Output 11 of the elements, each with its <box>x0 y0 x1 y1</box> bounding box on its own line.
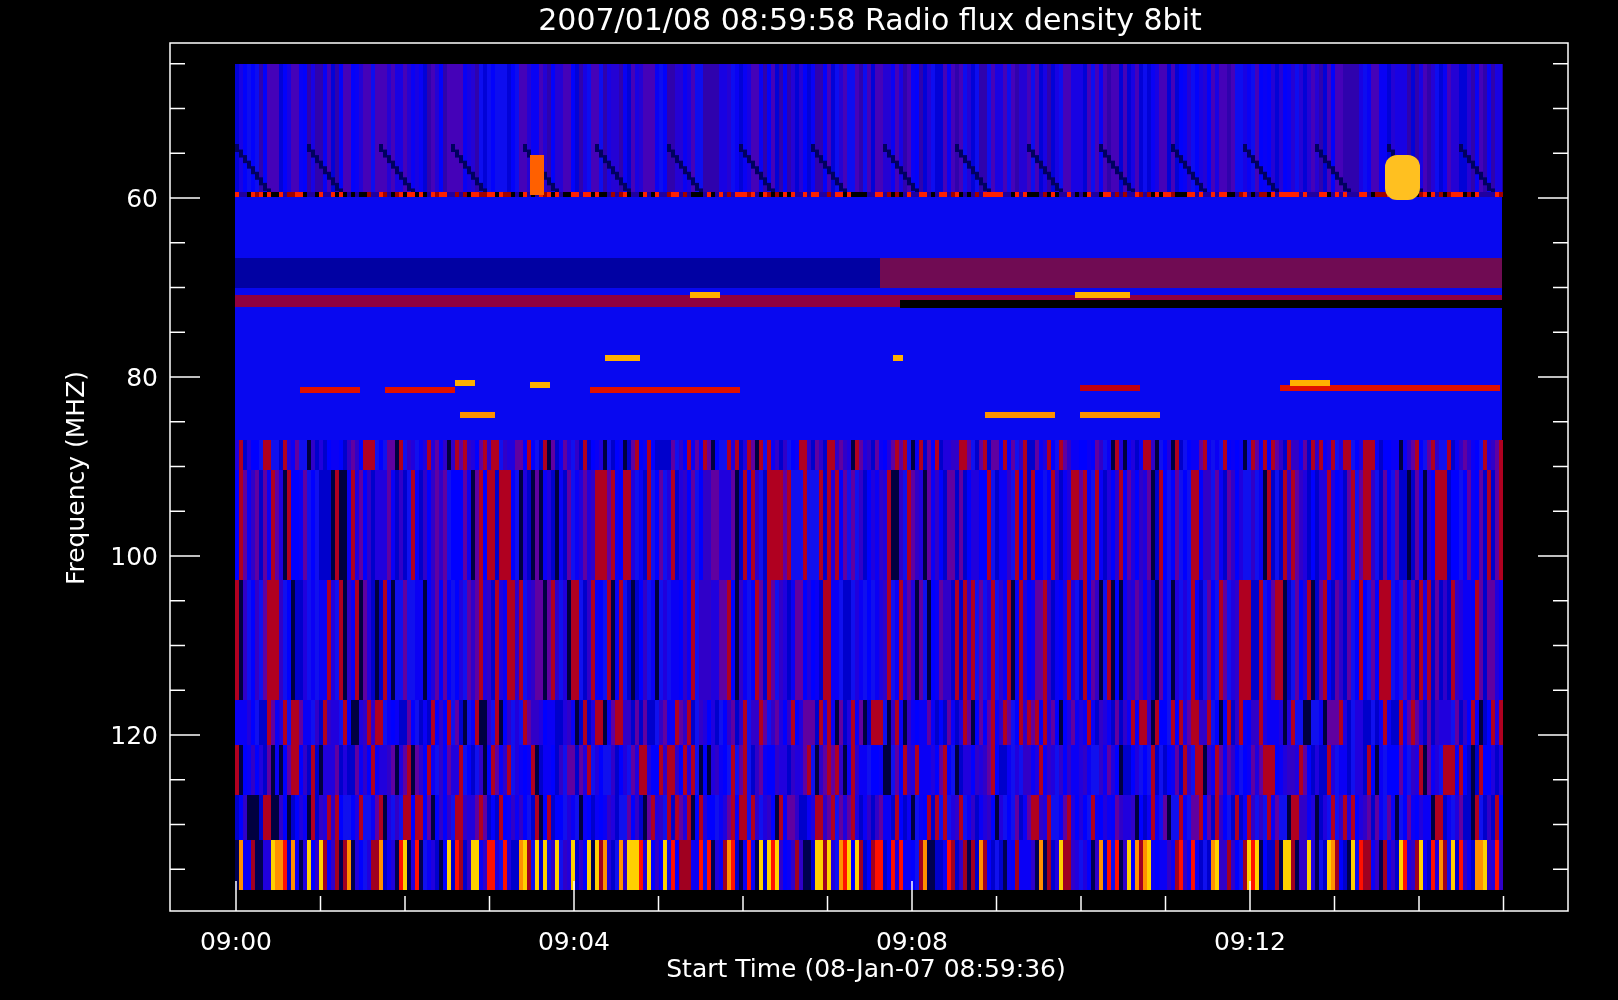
tick-label: 09:12 <box>1214 927 1286 956</box>
axis-title: Start Time (08-Jan-07 08:59:36) <box>666 954 1066 983</box>
tick-label: 100 <box>110 542 158 571</box>
chart-title: 2007/01/08 08:59:58 Radio flux density 8bit <box>538 2 1202 37</box>
tick-label: 60 <box>126 184 158 213</box>
tick-label: 09:00 <box>200 927 272 956</box>
tick-label: 09:08 <box>876 927 948 956</box>
tick-label: 80 <box>126 363 158 392</box>
axis-title: Frequency (MHZ) <box>61 370 90 586</box>
tick-label: 09:04 <box>538 927 610 956</box>
tick-label: 120 <box>110 721 158 750</box>
